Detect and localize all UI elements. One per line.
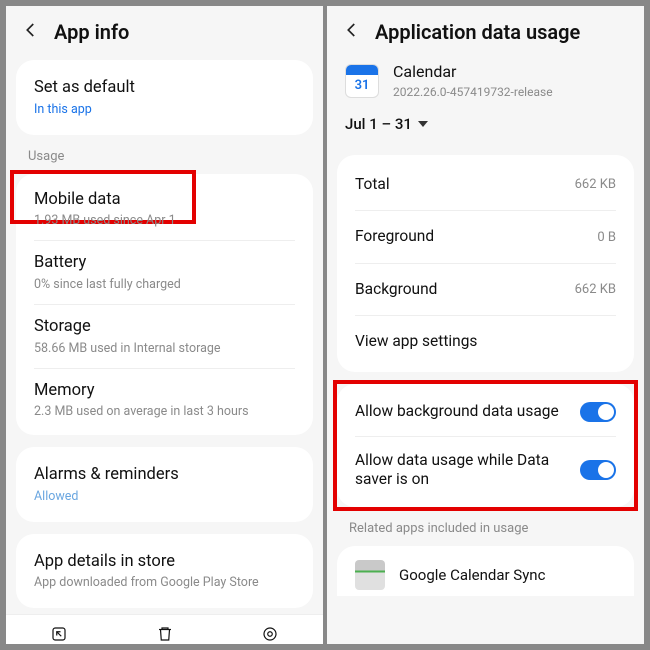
background-label: Background — [355, 280, 437, 299]
force-stop-button[interactable]: Force stop — [217, 621, 323, 644]
battery-label: Battery — [34, 253, 295, 274]
bottom-bar: Open Uninstall Force stop — [6, 614, 323, 644]
usage-card: Mobile data 1.93 MB used since Apr 1 Bat… — [16, 174, 313, 436]
total-row: Total 662 KB — [337, 159, 634, 210]
allow-background-label: Allow background data usage — [355, 402, 568, 421]
app-name: Calendar — [393, 62, 553, 82]
alarms-label: Alarms & reminders — [34, 465, 295, 486]
memory-row[interactable]: Memory 2.3 MB used on average in last 3 … — [16, 369, 313, 432]
store-label: App details in store — [34, 552, 295, 573]
mobile-data-label: Mobile data — [34, 190, 295, 211]
background-value: 662 KB — [575, 282, 616, 297]
date-range-selector[interactable]: Jul 1 – 31 — [327, 105, 644, 147]
calendar-icon: 31 — [345, 64, 379, 98]
uninstall-button[interactable]: Uninstall — [112, 621, 218, 644]
chevron-down-icon — [418, 121, 428, 127]
view-settings-label: View app settings — [355, 332, 477, 351]
store-sub: App downloaded from Google Play Store — [34, 575, 295, 590]
stats-card: Total 662 KB Foreground 0 B Background 6… — [337, 155, 634, 372]
battery-sub: 0% since last fully charged — [34, 277, 295, 292]
mobile-data-sub: 1.93 MB used since Apr 1 — [34, 213, 295, 228]
total-value: 662 KB — [575, 177, 616, 192]
allow-background-toggle[interactable] — [580, 402, 616, 422]
set-default-sub: In this app — [34, 102, 295, 117]
page-title: App info — [54, 20, 129, 44]
total-label: Total — [355, 175, 390, 194]
header: Application data usage — [327, 6, 644, 54]
alarms-sub: Allowed — [34, 489, 295, 504]
allow-saver-row[interactable]: Allow data usage while Data saver is on — [337, 437, 634, 504]
related-heading: Related apps included in usage — [327, 513, 644, 540]
related-app-label: Google Calendar Sync — [399, 566, 545, 585]
set-default-card[interactable]: Set as default In this app — [16, 60, 313, 135]
calendar-icon-num: 31 — [346, 75, 378, 97]
app-header: 31 Calendar 2022.26.0-457419732-release — [327, 54, 644, 105]
storage-row[interactable]: Storage 58.66 MB used in Internal storag… — [16, 305, 313, 368]
page-title: Application data usage — [375, 20, 580, 44]
app-version: 2022.26.0-457419732-release — [393, 85, 553, 99]
mobile-data-row[interactable]: Mobile data 1.93 MB used since Apr 1 — [16, 178, 313, 241]
view-settings-row[interactable]: View app settings — [337, 316, 634, 367]
date-range-label: Jul 1 – 31 — [345, 115, 412, 133]
header: App info — [6, 6, 323, 54]
toggles-card: Allow background data usage Allow data u… — [337, 384, 634, 508]
foreground-value: 0 B — [597, 230, 616, 245]
sync-app-icon — [355, 560, 385, 590]
background-row: Background 662 KB — [337, 264, 634, 315]
set-default-label: Set as default — [34, 78, 295, 99]
back-icon[interactable] — [22, 21, 40, 43]
data-usage-screen: Application data usage 31 Calendar 2022.… — [327, 6, 644, 644]
battery-row[interactable]: Battery 0% since last fully charged — [16, 241, 313, 304]
open-button[interactable]: Open — [6, 621, 112, 644]
memory-label: Memory — [34, 381, 295, 402]
related-card[interactable]: Google Calendar Sync — [337, 546, 634, 596]
foreground-row: Foreground 0 B — [337, 211, 634, 262]
allow-saver-label: Allow data usage while Data saver is on — [355, 451, 568, 490]
app-info-screen: App info Set as default In this app Usag… — [6, 6, 323, 644]
back-icon[interactable] — [343, 21, 361, 43]
alarms-card[interactable]: Alarms & reminders Allowed — [16, 447, 313, 522]
allow-saver-toggle[interactable] — [580, 460, 616, 480]
foreground-label: Foreground — [355, 227, 434, 246]
storage-sub: 58.66 MB used in Internal storage — [34, 341, 295, 356]
store-card[interactable]: App details in store App downloaded from… — [16, 534, 313, 609]
memory-sub: 2.3 MB used on average in last 3 hours — [34, 404, 295, 419]
storage-label: Storage — [34, 317, 295, 338]
usage-heading: Usage — [6, 141, 323, 168]
allow-background-row[interactable]: Allow background data usage — [337, 388, 634, 436]
